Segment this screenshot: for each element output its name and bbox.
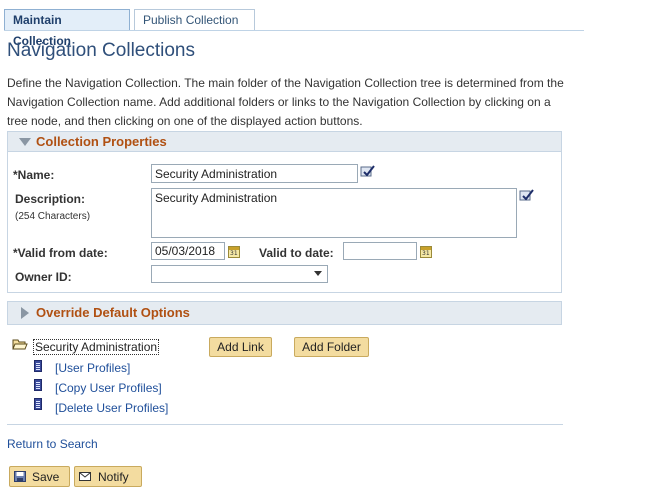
add-folder-button[interactable]: Add Folder bbox=[294, 337, 369, 357]
description-label: Description: bbox=[15, 192, 86, 206]
spell-check-icon[interactable] bbox=[519, 188, 535, 202]
collapse-triangle-icon bbox=[19, 138, 31, 146]
description-char-hint: (254 Characters) bbox=[15, 211, 91, 222]
collection-properties-header[interactable]: Collection Properties bbox=[8, 132, 561, 152]
calendar-icon[interactable]: 31 bbox=[228, 246, 240, 258]
document-icon bbox=[34, 379, 42, 391]
tree-root-node[interactable]: Security Administration bbox=[33, 339, 160, 355]
add-link-button[interactable]: Add Link bbox=[209, 337, 272, 357]
name-field[interactable] bbox=[151, 164, 358, 183]
document-icon bbox=[34, 398, 42, 410]
document-icon bbox=[34, 360, 42, 372]
tab-maintain-collection[interactable]: Maintain Collection bbox=[4, 9, 130, 48]
tree-item-delete-user-profiles[interactable]: [Delete User Profiles] bbox=[55, 401, 168, 415]
owner-id-select[interactable] bbox=[151, 265, 328, 283]
valid-from-label: *Valid from date: bbox=[13, 246, 108, 260]
page-title: Navigation Collections bbox=[7, 40, 195, 61]
page-description: Define the Navigation Collection. The ma… bbox=[7, 76, 564, 128]
override-options-title: Override Default Options bbox=[36, 305, 190, 320]
save-disk-icon bbox=[14, 471, 26, 482]
notify-label: Notify bbox=[98, 470, 129, 484]
name-label: *Name: bbox=[13, 168, 55, 182]
tab-bar-divider bbox=[4, 30, 584, 31]
return-to-search-link[interactable]: Return to Search bbox=[7, 437, 98, 451]
open-folder-icon bbox=[12, 339, 28, 350]
tab-publish-collection[interactable]: Publish Collection bbox=[134, 9, 255, 30]
calendar-icon[interactable]: 31 bbox=[420, 246, 432, 258]
owner-id-label: Owner ID: bbox=[15, 270, 72, 284]
tree-item-copy-user-profiles[interactable]: [Copy User Profiles] bbox=[55, 381, 162, 395]
valid-to-label: Valid to date: bbox=[259, 246, 334, 260]
chevron-down-icon bbox=[314, 271, 322, 276]
spell-check-icon[interactable] bbox=[360, 164, 376, 178]
collection-properties-title: Collection Properties bbox=[36, 134, 167, 149]
section-divider bbox=[7, 424, 563, 425]
save-button[interactable]: Save bbox=[9, 466, 70, 487]
notify-button[interactable]: Notify bbox=[74, 466, 142, 487]
valid-from-date-field[interactable] bbox=[151, 242, 225, 260]
override-options-group: Override Default Options bbox=[7, 301, 562, 325]
expand-triangle-icon bbox=[21, 307, 29, 319]
notify-envelope-icon bbox=[79, 472, 91, 481]
save-label: Save bbox=[32, 470, 60, 484]
valid-to-date-field[interactable] bbox=[343, 242, 417, 260]
description-field[interactable]: Security Administration bbox=[151, 188, 517, 238]
tree-item-user-profiles[interactable]: [User Profiles] bbox=[55, 361, 130, 375]
override-options-header[interactable]: Override Default Options bbox=[8, 302, 561, 324]
